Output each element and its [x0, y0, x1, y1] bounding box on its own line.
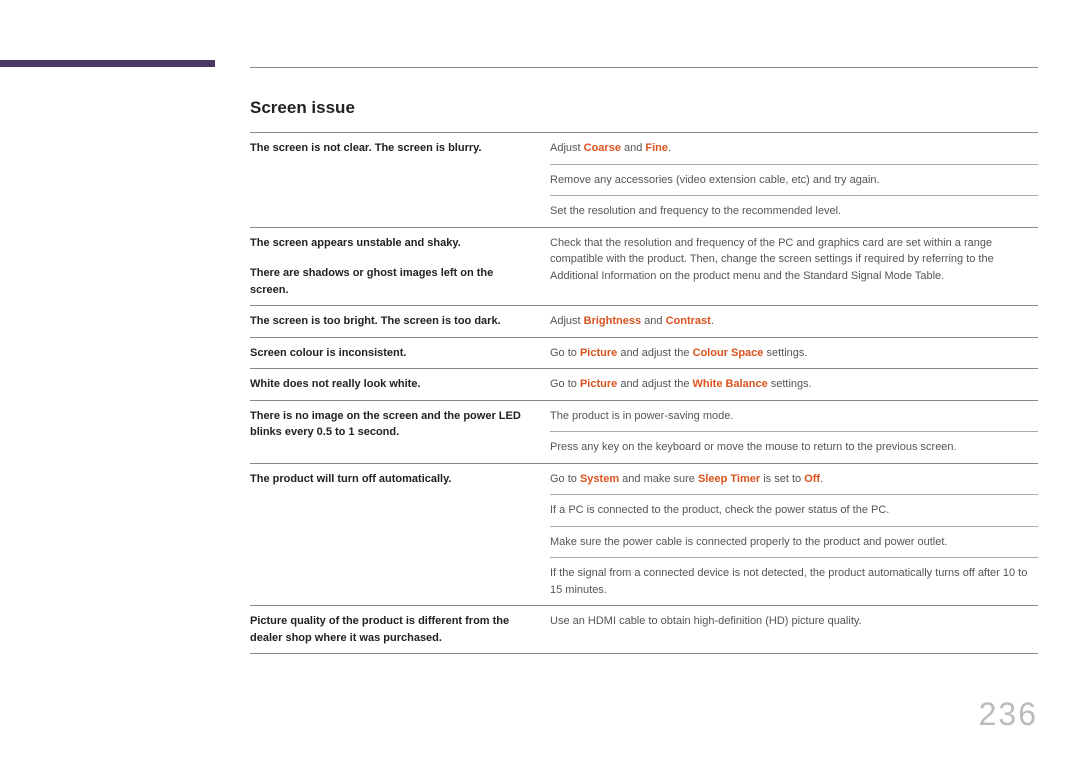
highlighted-term: Colour Space	[693, 347, 764, 359]
solution-text: Adjust Brightness and Contrast.	[550, 306, 1038, 338]
table-row: The screen appears unstable and shaky.Th…	[250, 227, 1038, 306]
table-row: Picture quality of the product is differ…	[250, 606, 1038, 654]
table-row: The product will turn off automatically.…	[250, 463, 1038, 495]
accent-bar	[0, 60, 215, 67]
solution-text: Set the resolution and frequency to the …	[550, 196, 1038, 228]
highlighted-term: Contrast	[666, 315, 711, 327]
highlighted-term: Fine	[645, 142, 668, 154]
solution-text: Go to Picture and adjust the White Balan…	[550, 369, 1038, 401]
issue-label: Picture quality of the product is differ…	[250, 606, 550, 654]
highlighted-term: System	[580, 473, 619, 485]
highlighted-term: White Balance	[693, 378, 768, 390]
issue-label: The screen is too bright. The screen is …	[250, 306, 550, 338]
issue-label: There is no image on the screen and the …	[250, 400, 550, 463]
issue-label: White does not really look white.	[250, 369, 550, 401]
issue-label: The screen appears unstable and shaky.Th…	[250, 227, 550, 306]
content-area: Screen issue The screen is not clear. Th…	[250, 98, 1038, 654]
solution-text: Go to System and make sure Sleep Timer i…	[550, 463, 1038, 495]
section-title: Screen issue	[250, 98, 1038, 118]
highlighted-term: Coarse	[584, 142, 621, 154]
issue-label: Screen colour is inconsistent.	[250, 337, 550, 369]
solution-text: Press any key on the keyboard or move th…	[550, 432, 1038, 464]
solution-text: The product is in power-saving mode.	[550, 400, 1038, 432]
issue-label: The product will turn off automatically.	[250, 463, 550, 606]
solution-text: Remove any accessories (video extension …	[550, 164, 1038, 196]
solution-text: Go to Picture and adjust the Colour Spac…	[550, 337, 1038, 369]
highlighted-term: Picture	[580, 347, 617, 359]
top-divider	[250, 67, 1038, 68]
table-row: The screen is not clear. The screen is b…	[250, 133, 1038, 165]
highlighted-term: Brightness	[584, 315, 641, 327]
troubleshooting-table: The screen is not clear. The screen is b…	[250, 132, 1038, 654]
highlighted-term: Sleep Timer	[698, 473, 760, 485]
solution-text: Make sure the power cable is connected p…	[550, 526, 1038, 558]
table-row: The screen is too bright. The screen is …	[250, 306, 1038, 338]
solution-text: Check that the resolution and frequency …	[550, 227, 1038, 306]
issue-label: The screen is not clear. The screen is b…	[250, 133, 550, 228]
page-number: 236	[979, 696, 1038, 733]
highlighted-term: Off	[804, 473, 820, 485]
highlighted-term: Picture	[580, 378, 617, 390]
solution-text: If a PC is connected to the product, che…	[550, 495, 1038, 527]
solution-text: If the signal from a connected device is…	[550, 558, 1038, 606]
table-row: There is no image on the screen and the …	[250, 400, 1038, 432]
solution-text: Adjust Coarse and Fine.	[550, 133, 1038, 165]
solution-text: Use an HDMI cable to obtain high-definit…	[550, 606, 1038, 654]
table-row: White does not really look white.Go to P…	[250, 369, 1038, 401]
table-row: Screen colour is inconsistent.Go to Pict…	[250, 337, 1038, 369]
